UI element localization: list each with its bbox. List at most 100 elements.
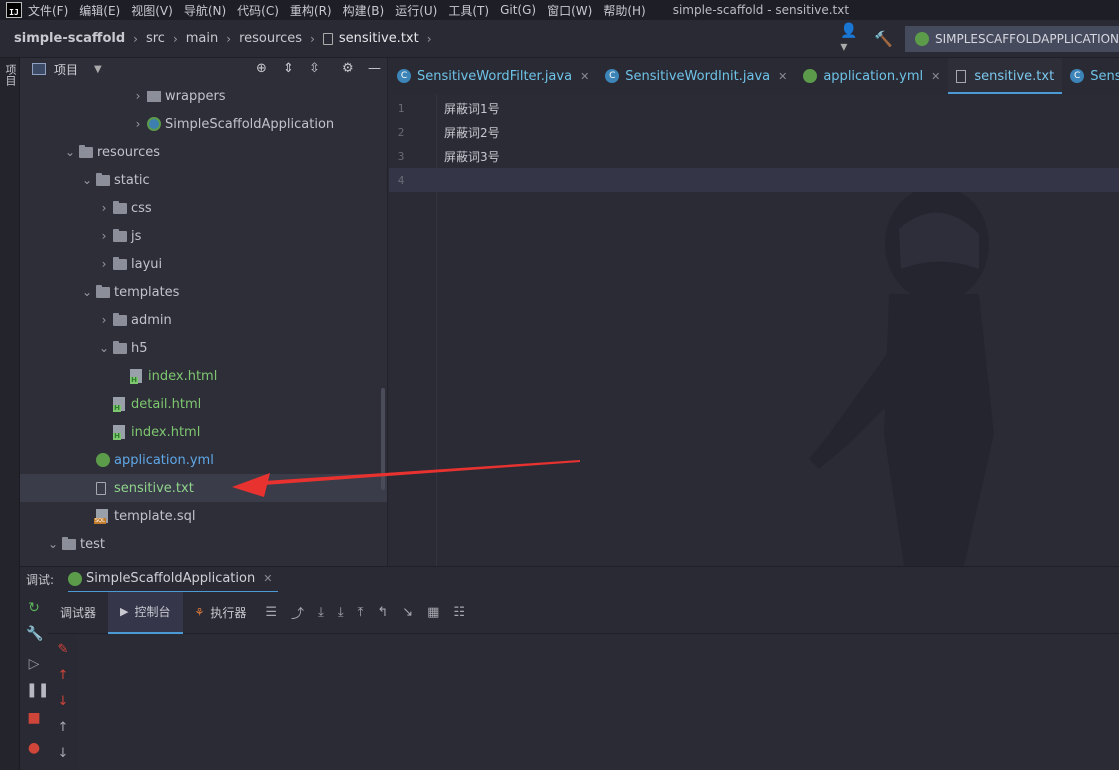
scroll-down-icon[interactable]: ↓ xyxy=(56,746,70,762)
close-icon[interactable]: ✕ xyxy=(778,70,787,83)
tab-debugger-label: 调试器 xyxy=(60,606,97,620)
tab-debugger[interactable]: 调试器 xyxy=(48,592,108,634)
menu-build[interactable]: 构建(B) xyxy=(343,2,385,19)
menu-edit[interactable]: 编辑(E) xyxy=(79,2,120,19)
editor-tab[interactable]: C SensitiveWordF xyxy=(1062,58,1119,94)
breadcrumb-main[interactable]: main xyxy=(186,31,218,46)
close-icon[interactable]: ✕ xyxy=(580,70,589,83)
chevron-right-icon[interactable]: › xyxy=(131,89,145,103)
console-output[interactable] xyxy=(78,634,1119,770)
tree-item[interactable]: › admin xyxy=(20,306,387,334)
scroll-up-icon[interactable]: ↑ xyxy=(56,720,70,736)
code-line[interactable]: 3 屏蔽词3号 xyxy=(389,144,1119,168)
user-icon[interactable]: 👤▾ xyxy=(840,23,860,55)
pause-icon[interactable]: ❚❚ xyxy=(26,682,49,698)
minimize-icon[interactable]: — xyxy=(368,61,381,76)
tab-console[interactable]: ▶ 控制台 xyxy=(108,591,183,634)
tree-item[interactable]: › SimpleScaffoldApplication xyxy=(20,110,387,138)
locate-file-icon[interactable]: ⊕ xyxy=(256,61,267,76)
tree-item[interactable]: › js xyxy=(20,222,387,250)
tree-item[interactable]: › layui xyxy=(20,250,387,278)
breadcrumb-src[interactable]: src xyxy=(146,31,165,46)
tree-item[interactable]: ⌄ test xyxy=(20,530,387,558)
close-icon[interactable]: ✕ xyxy=(931,70,940,83)
menu-git[interactable]: Git(G) xyxy=(500,3,536,17)
chevron-right-icon: › xyxy=(426,31,432,46)
breadcrumb-file[interactable]: sensitive.txt xyxy=(339,31,419,46)
chevron-down-icon[interactable]: ⌄ xyxy=(46,537,60,551)
menu-help[interactable]: 帮助(H) xyxy=(603,2,645,19)
editor-tab[interactable]: C SensitiveWordFilter.java ✕ xyxy=(389,58,597,94)
evaluate-expression-icon[interactable]: ▦ xyxy=(427,605,439,620)
show-execution-point-icon[interactable]: ⤴ xyxy=(291,603,304,622)
tree-item[interactable]: index.html xyxy=(20,418,387,446)
build-hammer-icon[interactable]: 🔨 xyxy=(874,30,893,48)
menu-window[interactable]: 窗口(W) xyxy=(547,2,592,19)
menu-run[interactable]: 运行(U) xyxy=(395,2,437,19)
editor-tab[interactable]: C SensitiveWordInit.java ✕ xyxy=(597,58,795,94)
chevron-down-icon[interactable]: ▼ xyxy=(94,64,102,75)
breadcrumb-resources[interactable]: resources xyxy=(239,31,302,46)
editor-tab[interactable]: application.yml ✕ xyxy=(795,58,948,94)
tree-item[interactable]: › wrappers xyxy=(20,82,387,110)
down-arrow-icon[interactable]: ↓ xyxy=(56,694,70,710)
tab-actuator[interactable]: ⚘ 执行器 xyxy=(183,592,259,634)
chevron-down-icon[interactable]: ⌄ xyxy=(63,145,77,159)
tree-item[interactable]: › css xyxy=(20,194,387,222)
close-icon[interactable]: ✕ xyxy=(263,572,272,585)
menu-code[interactable]: 代码(C) xyxy=(237,2,279,19)
collapse-all-icon[interactable]: ⇳ xyxy=(309,61,320,76)
up-arrow-icon[interactable]: ↑ xyxy=(56,668,70,684)
tree-item[interactable]: ⌄ static xyxy=(20,166,387,194)
menu-tools[interactable]: 工具(T) xyxy=(448,2,489,19)
tree-item-label: admin xyxy=(131,312,172,328)
menu-lines-icon[interactable]: ☰ xyxy=(265,605,277,620)
chevron-down-icon[interactable]: ⌄ xyxy=(80,285,94,299)
code-line[interactable]: 1 屏蔽词1号 xyxy=(389,96,1119,120)
step-over-icon[interactable]: ⤓ xyxy=(318,605,324,620)
chevron-right-icon[interactable]: › xyxy=(131,117,145,131)
tree-item[interactable]: detail.html xyxy=(20,390,387,418)
tree-item[interactable]: ⌄ h5 xyxy=(20,334,387,362)
editor-tab[interactable]: sensitive.txt xyxy=(948,58,1063,94)
step-into-icon[interactable]: ⤓ xyxy=(338,605,344,620)
chevron-down-icon[interactable]: ⌄ xyxy=(80,173,94,187)
tree-item[interactable]: index.html xyxy=(20,362,387,390)
wrench-icon[interactable]: 🔧 xyxy=(26,626,43,642)
tree-item[interactable]: ⌄ resources xyxy=(20,138,387,166)
code-line[interactable]: 4 xyxy=(389,168,1119,192)
expand-all-icon[interactable]: ⇕ xyxy=(283,61,294,76)
navigation-bar: simple-scaffold › src › main › resources… xyxy=(0,20,1119,58)
drop-frame-icon[interactable]: ↰ xyxy=(377,605,388,620)
project-panel-title[interactable]: 项目 xyxy=(54,61,78,78)
run-to-cursor-icon[interactable]: ↘ xyxy=(402,605,413,620)
menu-refactor[interactable]: 重构(R) xyxy=(290,2,332,19)
breadcrumb-project[interactable]: simple-scaffold xyxy=(14,31,125,46)
tree-item[interactable]: ⌄ templates xyxy=(20,278,387,306)
view-breakpoints-icon[interactable]: ● xyxy=(26,740,42,756)
chevron-down-icon[interactable]: ⌄ xyxy=(97,341,111,355)
menu-navigate[interactable]: 导航(N) xyxy=(184,2,226,19)
chevron-right-icon[interactable]: › xyxy=(97,201,111,215)
tree-item-label: template.sql xyxy=(114,508,196,524)
chevron-right-icon[interactable]: › xyxy=(97,313,111,327)
tree-item[interactable]: template.sql xyxy=(20,502,387,530)
clear-console-icon[interactable]: ✎ xyxy=(56,642,70,658)
menu-file[interactable]: 文件(F) xyxy=(28,2,68,19)
run-configuration-selector[interactable]: SIMPLESCAFFOLDAPPLICATION xyxy=(905,26,1119,52)
step-out-icon[interactable]: ⤒ xyxy=(358,605,364,620)
stop-icon[interactable]: ■ xyxy=(26,710,42,726)
rerun-icon[interactable]: ↻ xyxy=(26,600,42,616)
project-tool-tab[interactable]: 项目 xyxy=(2,64,18,86)
menu-view[interactable]: 视图(V) xyxy=(131,2,173,19)
chevron-right-icon: › xyxy=(310,31,315,46)
trace-icon[interactable]: ☷ xyxy=(453,605,465,620)
resume-icon[interactable]: ▷ xyxy=(26,656,42,672)
debug-session-tab[interactable]: SimpleScaffoldApplication ✕ xyxy=(68,567,279,593)
tree-item-label: detail.html xyxy=(131,396,202,412)
gear-icon[interactable]: ⚙ xyxy=(342,61,354,76)
chevron-right-icon[interactable]: › xyxy=(97,229,111,243)
chevron-right-icon[interactable]: › xyxy=(97,257,111,271)
tree-item-label: css xyxy=(131,200,152,216)
code-line[interactable]: 2 屏蔽词2号 xyxy=(389,120,1119,144)
